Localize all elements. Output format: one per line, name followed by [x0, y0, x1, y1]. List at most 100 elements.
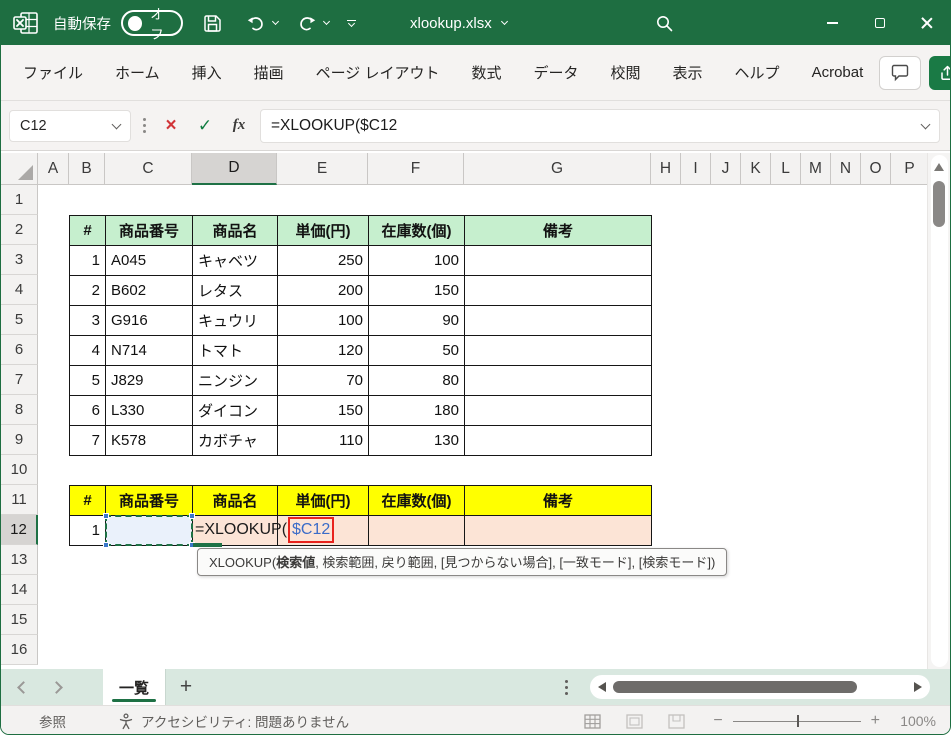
select-all-corner[interactable]	[1, 153, 38, 185]
cell[interactable]: A045	[105, 245, 193, 276]
cell[interactable]: 90	[368, 305, 465, 336]
cell[interactable]: レタス	[192, 275, 278, 306]
page-break-view-button[interactable]	[655, 707, 697, 734]
table-header-cell[interactable]: 在庫数(個)	[368, 215, 465, 246]
table-header-cell[interactable]: 商品番号	[105, 485, 193, 516]
ribbon-tab-表示[interactable]: 表示	[657, 54, 719, 91]
cell[interactable]: 120	[277, 335, 369, 366]
row-header-4[interactable]: 4	[1, 275, 38, 305]
column-header-J[interactable]: J	[711, 153, 741, 185]
cell[interactable]: 2	[69, 275, 106, 306]
cell[interactable]: 200	[277, 275, 369, 306]
document-title[interactable]: xlookup.xlsx	[410, 15, 508, 32]
column-header-H[interactable]: H	[651, 153, 681, 185]
ribbon-tab-数式[interactable]: 数式	[455, 54, 517, 91]
cell[interactable]	[464, 245, 652, 276]
scroll-right-icon[interactable]	[914, 682, 922, 692]
column-header-M[interactable]: M	[801, 153, 831, 185]
row-header-2[interactable]: 2	[1, 215, 38, 245]
customize-toolbar-icon[interactable]	[347, 19, 356, 28]
name-box-dropdown-icon[interactable]	[111, 119, 122, 129]
column-header-C[interactable]: C	[105, 153, 192, 185]
tabbar-options-icon[interactable]	[565, 685, 568, 689]
cell[interactable]: G916	[105, 305, 193, 336]
cell[interactable]: K578	[105, 425, 193, 456]
next-sheet-icon[interactable]	[50, 680, 63, 694]
row-header-9[interactable]: 9	[1, 425, 38, 455]
ribbon-tab-挿入[interactable]: 挿入	[176, 54, 238, 91]
save-button[interactable]	[197, 8, 227, 38]
cell[interactable]: 180	[368, 395, 465, 426]
close-button[interactable]	[903, 1, 950, 45]
cell[interactable]: 100	[368, 245, 465, 276]
ribbon-tab-ヘルプ[interactable]: ヘルプ	[719, 54, 796, 91]
column-header-N[interactable]: N	[831, 153, 861, 185]
cell[interactable]: 6	[69, 395, 106, 426]
name-box[interactable]: C12	[9, 109, 131, 142]
cell[interactable]	[464, 305, 652, 336]
column-header-K[interactable]: K	[741, 153, 771, 185]
cell[interactable]: キュウリ	[192, 305, 278, 336]
table-header-cell[interactable]: #	[69, 215, 106, 246]
ribbon-tab-ホーム[interactable]: ホーム	[99, 54, 176, 91]
add-sheet-button[interactable]: +	[166, 675, 206, 699]
cell[interactable]: トマト	[192, 335, 278, 366]
cell[interactable]: J829	[105, 365, 193, 396]
cell[interactable]: 1	[69, 515, 106, 546]
page-layout-view-button[interactable]	[613, 707, 655, 734]
column-header-D[interactable]: D	[192, 153, 277, 185]
cell[interactable]	[464, 425, 652, 456]
scroll-left-icon[interactable]	[598, 682, 606, 692]
formula-input[interactable]: =XLOOKUP($C12	[260, 108, 940, 143]
row-header-14[interactable]: 14	[1, 575, 38, 605]
sheet-tab-active[interactable]: 一覧	[103, 669, 167, 705]
row-header-12[interactable]: 12	[1, 515, 38, 545]
table-header-cell[interactable]: 単価(円)	[277, 215, 369, 246]
vertical-scrollbar[interactable]	[927, 153, 950, 669]
row-header-3[interactable]: 3	[1, 245, 38, 275]
column-header-I[interactable]: I	[681, 153, 711, 185]
ribbon-tab-描画[interactable]: 描画	[238, 54, 300, 91]
horizontal-scrollbar[interactable]	[590, 675, 930, 699]
table-header-cell[interactable]: 単価(円)	[277, 485, 369, 516]
cell-mode-indicator[interactable]: 参照	[39, 711, 66, 731]
share-button[interactable]	[929, 55, 950, 90]
row-header-16[interactable]: 16	[1, 635, 38, 665]
cell[interactable]	[464, 365, 652, 396]
cell[interactable]: 70	[277, 365, 369, 396]
row-header-1[interactable]: 1	[1, 185, 38, 215]
table-header-cell[interactable]: 商品名	[192, 485, 278, 516]
table-header-cell[interactable]: #	[69, 485, 106, 516]
row-header-15[interactable]: 15	[1, 605, 38, 635]
normal-view-button[interactable]	[571, 707, 613, 734]
ribbon-tab-Acrobat[interactable]: Acrobat	[796, 56, 880, 89]
undo-dropdown-icon[interactable]	[271, 17, 280, 26]
cell[interactable]: N714	[105, 335, 193, 366]
column-header-L[interactable]: L	[771, 153, 801, 185]
row-header-8[interactable]: 8	[1, 395, 38, 425]
row-header-5[interactable]: 5	[1, 305, 38, 335]
cell[interactable]: B602	[105, 275, 193, 306]
cell[interactable]: キャベツ	[192, 245, 278, 276]
scroll-up-icon[interactable]	[934, 163, 944, 171]
autosave-toggle[interactable]: オフ	[121, 7, 183, 42]
table-header-cell[interactable]: 商品番号	[105, 215, 193, 246]
cell[interactable]: ダイコン	[192, 395, 278, 426]
column-header-A[interactable]: A	[38, 153, 69, 185]
row-header-13[interactable]: 13	[1, 545, 38, 575]
horizontal-scroll-thumb[interactable]	[613, 681, 857, 693]
table-header-cell[interactable]: 在庫数(個)	[368, 485, 465, 516]
ribbon-tab-ページ レイアウト[interactable]: ページ レイアウト	[300, 54, 456, 91]
comments-button[interactable]	[879, 55, 922, 90]
ribbon-tab-校閲[interactable]: 校閲	[595, 54, 657, 91]
zoom-level[interactable]: 100%	[890, 713, 936, 729]
vertical-scroll-thumb[interactable]	[933, 181, 945, 227]
selection-handle-icon[interactable]	[103, 542, 109, 548]
undo-button[interactable]	[241, 8, 271, 38]
ribbon-tab-データ[interactable]: データ	[518, 54, 595, 91]
row-header-10[interactable]: 10	[1, 455, 38, 485]
column-header-E[interactable]: E	[277, 153, 368, 185]
accessibility-status[interactable]: アクセシビリティ: 問題ありません	[118, 711, 349, 731]
redo-dropdown-icon[interactable]	[322, 17, 331, 26]
cell-grid[interactable]: # 商品番号 商品名 単価(円) 在庫数(個) 備考 1 A045 キャベツ 250 100 2 B60…	[1, 185, 929, 669]
